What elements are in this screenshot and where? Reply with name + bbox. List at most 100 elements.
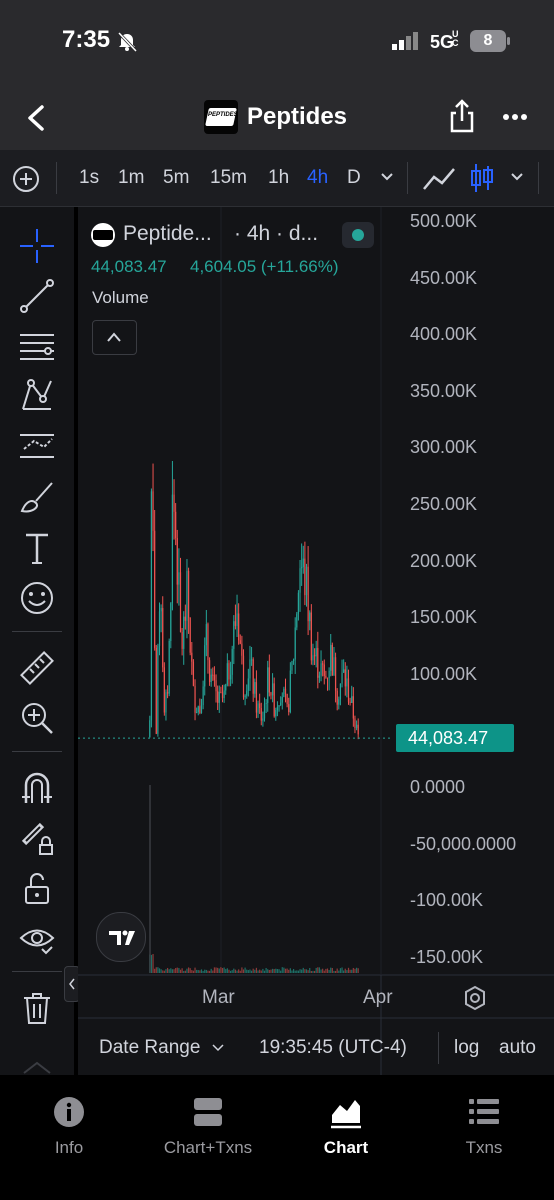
candle: [307, 566, 309, 622]
emoji-icon[interactable]: [18, 579, 56, 617]
status-time: 7:35: [62, 26, 111, 53]
trash-icon[interactable]: [18, 989, 56, 1027]
volume-bar: [158, 968, 161, 973]
candle: [205, 624, 207, 646]
chevron-down-icon[interactable]: [380, 172, 394, 182]
tab-txns[interactable]: Txns: [424, 1095, 544, 1158]
brush-icon[interactable]: [18, 477, 56, 515]
date-range-button[interactable]: Date Range: [99, 1037, 200, 1059]
candle: [160, 608, 162, 612]
chevron-down-icon[interactable]: [510, 172, 524, 182]
candle: [322, 663, 324, 665]
candle: [334, 657, 337, 691]
more-icon[interactable]: [502, 113, 528, 121]
tradingview-logo[interactable]: [96, 912, 146, 962]
line-chart-icon[interactable]: [422, 165, 456, 191]
auto-toggle[interactable]: auto: [499, 1037, 536, 1059]
add-indicator-icon[interactable]: [12, 165, 40, 193]
volume-bar: [218, 968, 220, 973]
tab-info[interactable]: Info: [9, 1095, 129, 1158]
prediction-icon[interactable]: [18, 427, 56, 465]
volume-bar: [323, 970, 325, 973]
candle: [241, 643, 243, 656]
tab-chart-txns[interactable]: Chart+Txns: [148, 1095, 268, 1158]
volume-bar: [263, 970, 266, 973]
interval-4h[interactable]: 4h: [307, 167, 328, 189]
volume-bar: [305, 969, 308, 973]
candle: [199, 706, 201, 713]
candle: [171, 494, 174, 604]
candle: [196, 712, 198, 714]
candle: [173, 494, 175, 512]
volume-bar: [330, 967, 332, 973]
volume-bar: [241, 967, 243, 973]
volume-bar: [250, 970, 253, 973]
candle: [204, 645, 206, 687]
candle: [223, 690, 225, 699]
candle: [165, 692, 167, 713]
candle: [238, 613, 240, 641]
volume-bar: [325, 968, 327, 973]
volume-bar: [270, 969, 272, 973]
candle: [158, 611, 161, 646]
candle: [301, 567, 303, 569]
volume-bar: [288, 969, 290, 973]
chart-area[interactable]: [78, 207, 554, 1075]
y-tick-label: 500.00K: [410, 211, 478, 231]
volume-bar: [199, 970, 201, 973]
share-icon[interactable]: [448, 99, 476, 133]
trend-line-icon[interactable]: [18, 277, 56, 315]
volume-bar: [212, 970, 214, 973]
volume-bar: [283, 967, 285, 973]
log-toggle[interactable]: log: [454, 1037, 479, 1059]
pattern-icon[interactable]: [18, 377, 56, 415]
volume-bar: [150, 954, 153, 973]
back-chevron-icon[interactable]: [24, 105, 48, 131]
zoom-in-icon[interactable]: [18, 699, 56, 737]
volume-bar: [326, 968, 329, 973]
market-status-badge[interactable]: [342, 222, 374, 248]
chevron-down-icon[interactable]: [211, 1043, 225, 1053]
collapse-legend-button[interactable]: [92, 320, 137, 355]
horizontal-lines-icon[interactable]: [18, 327, 56, 365]
volume-bar: [271, 968, 274, 973]
volume-bar: [267, 969, 269, 973]
volume-bar: [297, 970, 300, 973]
toolbar-divider: [407, 162, 408, 194]
timezone-button[interactable]: 19:35:45 (UTC-4): [259, 1037, 407, 1059]
tab-chart[interactable]: Chart: [286, 1095, 406, 1158]
volume-bar: [221, 967, 224, 973]
volume-bar: [236, 970, 238, 973]
text-icon[interactable]: [18, 529, 56, 567]
network-sup: UC: [452, 29, 459, 48]
volume-bar: [181, 968, 183, 973]
interval-1s[interactable]: 1s: [79, 167, 99, 189]
candle: [289, 670, 291, 713]
settings-icon[interactable]: [463, 985, 487, 1011]
volume-bar: [152, 954, 154, 973]
lock-drawing-icon[interactable]: [18, 819, 56, 857]
price-chart[interactable]: [78, 207, 554, 1075]
magnet-icon[interactable]: [18, 769, 56, 807]
unlock-icon[interactable]: [18, 869, 56, 907]
candle: [254, 682, 256, 694]
candle: [213, 675, 216, 681]
candles-icon[interactable]: [468, 162, 496, 194]
volume-bar: [223, 967, 225, 973]
candle: [247, 678, 249, 691]
interval-5m[interactable]: 5m: [163, 167, 189, 189]
candle: [304, 558, 306, 596]
crosshair-icon[interactable]: [18, 227, 56, 265]
interval-15m[interactable]: 15m: [210, 167, 247, 189]
interval-d[interactable]: D: [347, 167, 361, 189]
interval-1h[interactable]: 1h: [268, 167, 289, 189]
candle: [343, 669, 345, 673]
volume-bar: [349, 969, 351, 973]
candle: [183, 616, 185, 649]
ruler-icon[interactable]: [18, 649, 56, 687]
candle: [328, 670, 330, 678]
legend-symbol[interactable]: Peptide...: [123, 222, 212, 246]
eye-icon[interactable]: [18, 919, 56, 957]
volume-bar: [163, 970, 165, 973]
interval-1m[interactable]: 1m: [118, 167, 144, 189]
